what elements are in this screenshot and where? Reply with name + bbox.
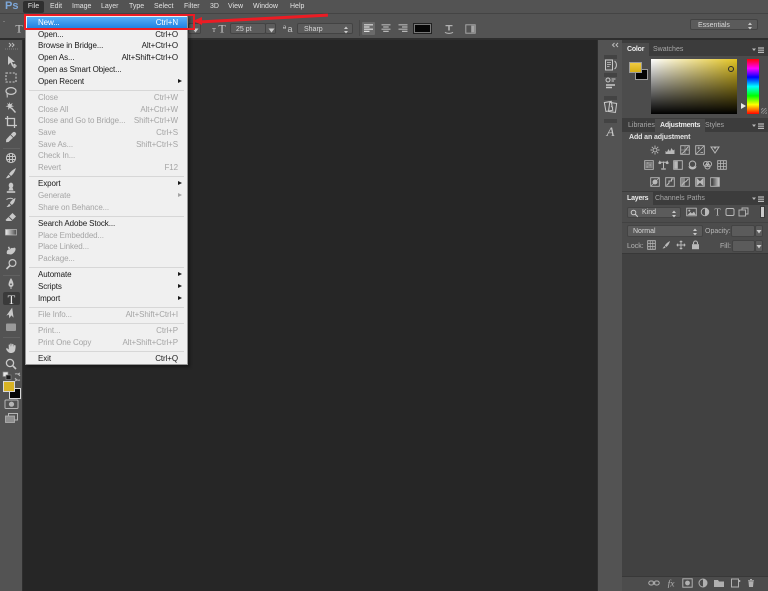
svg-text:fx: fx xyxy=(668,579,676,589)
svg-text:T: T xyxy=(8,293,16,306)
svg-text:T: T xyxy=(714,208,720,218)
svg-text:т: т xyxy=(212,25,216,34)
svg-text:T: T xyxy=(218,22,226,35)
svg-text:ə: ə xyxy=(283,24,287,31)
svg-text:A: A xyxy=(606,124,615,138)
svg-text:T: T xyxy=(15,22,23,34)
svg-text:a: a xyxy=(287,24,292,34)
